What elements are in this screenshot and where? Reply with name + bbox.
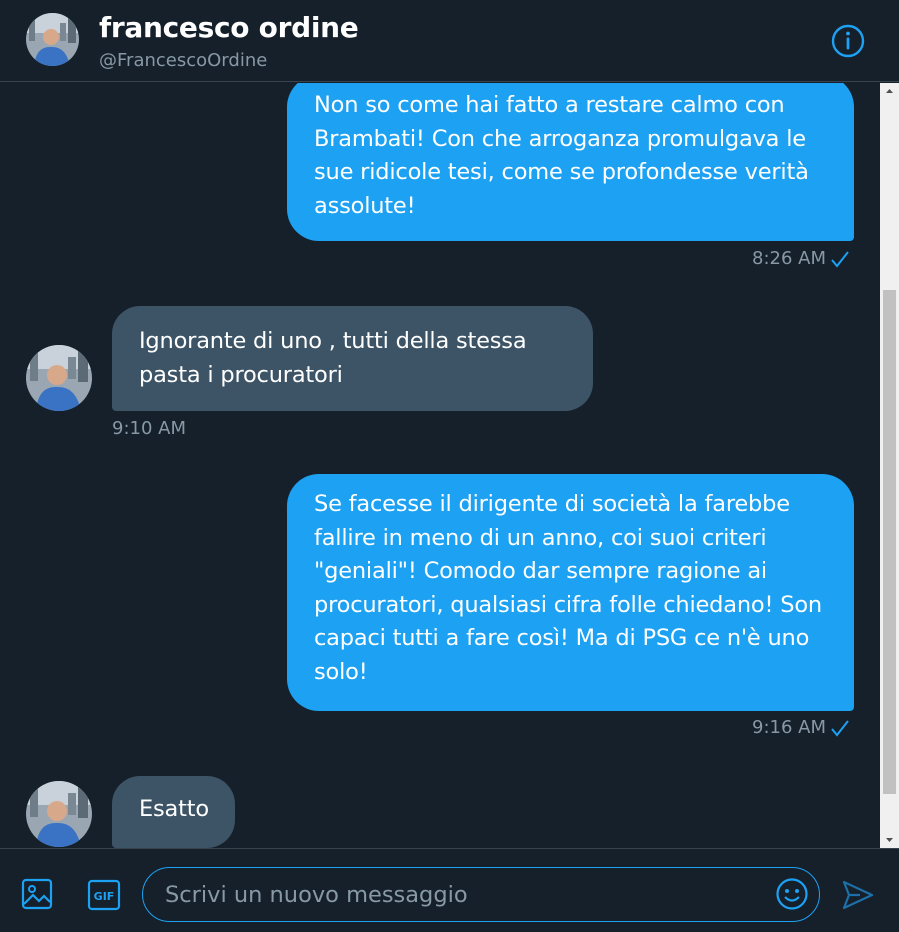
- contact-handle: @FrancescoOrdine: [99, 50, 268, 71]
- message-text: Ignorante di uno , tutti della stessa pa…: [139, 328, 527, 388]
- contact-name[interactable]: francesco ordine: [99, 11, 359, 44]
- message-timestamp: 9:16 AM: [752, 717, 850, 738]
- emoji-icon[interactable]: [775, 877, 809, 911]
- avatar[interactable]: [26, 781, 92, 847]
- message-bubble-outgoing[interactable]: Non so come hai fatto a restare calmo co…: [287, 83, 854, 241]
- message-time: 9:16 AM: [752, 717, 826, 738]
- message-time: 8:26 AM: [752, 248, 826, 269]
- checkmark-icon: [831, 250, 849, 268]
- scrollbar-thumb[interactable]: [883, 290, 896, 794]
- message-text: Se facesse il dirigente di società la fa…: [314, 491, 822, 685]
- gif-label: GIF: [94, 890, 115, 903]
- scrollbar[interactable]: [880, 83, 899, 848]
- checkmark-icon: [831, 719, 849, 737]
- avatar[interactable]: [26, 13, 79, 66]
- scroll-down-arrow-icon[interactable]: [880, 831, 899, 848]
- message-list: Non so come hai fatto a restare calmo co…: [0, 83, 880, 848]
- send-icon[interactable]: [840, 877, 876, 913]
- conversation-header: francesco ordine @FrancescoOrdine: [0, 0, 899, 82]
- message-bubble-incoming[interactable]: Ignorante di uno , tutti della stessa pa…: [112, 306, 593, 411]
- message-text: Esatto: [139, 796, 209, 822]
- gif-icon[interactable]: GIF: [87, 879, 121, 911]
- message-bubble-outgoing[interactable]: Se facesse il dirigente di società la fa…: [287, 474, 854, 711]
- message-text: Non so come hai fatto a restare calmo co…: [314, 92, 809, 219]
- message-input-wrapper[interactable]: [142, 867, 820, 922]
- scroll-up-arrow-icon[interactable]: [880, 83, 899, 100]
- avatar[interactable]: [26, 345, 92, 411]
- message-bubble-incoming[interactable]: Esatto: [112, 776, 235, 848]
- message-input[interactable]: [163, 868, 757, 922]
- message-time: 9:10 AM: [112, 418, 186, 439]
- message-composer: GIF: [0, 848, 899, 932]
- info-icon[interactable]: [830, 23, 866, 59]
- image-icon[interactable]: [20, 877, 54, 911]
- message-timestamp: 8:26 AM: [752, 248, 850, 269]
